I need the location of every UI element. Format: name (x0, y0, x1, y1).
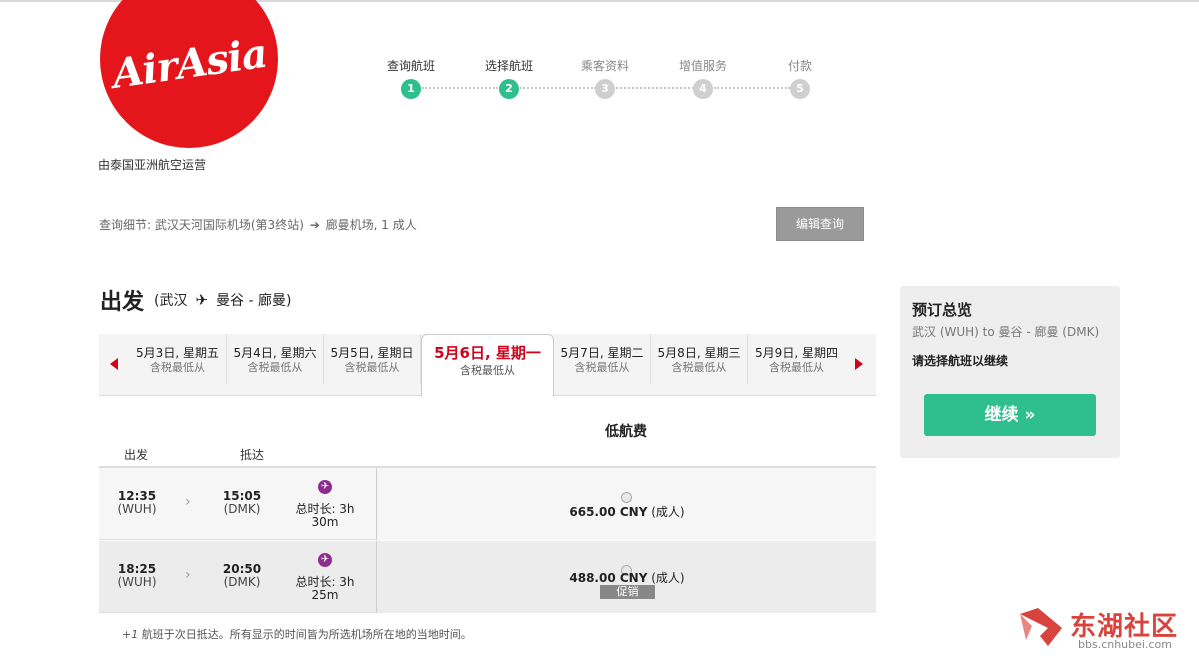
arrival-airport-code: (DMK) (223, 502, 261, 516)
arrival-time-value: 20:50 (222, 562, 262, 576)
date-tab[interactable]: 5月4日, 星期六 含税最低从 (227, 334, 324, 384)
column-departure: 出发 (124, 448, 149, 462)
departure-time: 12:35 (WUH) (107, 490, 167, 516)
watermark-url: bbs.cnhubei.com (1078, 638, 1172, 651)
arrival-time: 20:50 (DMK) (212, 563, 272, 589)
duration-line-2: 25m (311, 588, 339, 602)
step-number: 3 (595, 79, 615, 99)
continue-button[interactable]: 继续 » (924, 394, 1096, 436)
flight-plane-icon[interactable]: ✈ (318, 480, 332, 494)
date-tab-date: 5月6日, 星期一 (434, 344, 541, 362)
step-select-flight[interactable]: 选择航班 2 (469, 58, 549, 99)
step-passenger-info: 乘客资料 3 (565, 58, 645, 99)
summary-title: 预订总览 (912, 301, 973, 319)
booking-progress: 查询航班 1 选择航班 2 乘客资料 3 增值服务 4 付款 5 (370, 58, 830, 103)
price-amount: 665.00 CNY (569, 505, 648, 519)
date-tab-sub: 含税最低从 (671, 361, 727, 374)
route-origin: (武汉 (154, 293, 188, 309)
summary-note: 请选择航班以继续 (912, 354, 1009, 368)
arrival-time: 15:05 (DMK) (212, 490, 272, 516)
promo-badge: 促销 (600, 585, 655, 599)
search-passengers: 1 成人 (381, 218, 417, 232)
fare-price: 488.00 CNY (成人) (377, 569, 877, 586)
departure-airport-code: (WUH) (117, 575, 157, 589)
step-number: 5 (790, 79, 810, 99)
date-tab[interactable]: 5月3日, 星期五 含税最低从 (129, 334, 227, 384)
step-add-ons: 增值服务 4 (663, 58, 743, 99)
step-payment: 付款 5 (760, 58, 840, 99)
date-tab-sub: 含税最低从 (247, 361, 303, 374)
search-origin: 武汉天河国际机场(第3终站) (154, 218, 304, 232)
step-label: 付款 (787, 59, 812, 73)
search-details-prefix: 查询细节: (99, 218, 152, 232)
prev-dates-arrow-icon[interactable] (110, 358, 118, 370)
date-tab[interactable]: 5月9日, 星期四 含税最低从 (748, 334, 845, 384)
edit-search-button[interactable]: 编辑查询 (776, 207, 864, 241)
departure-heading: 出发 (武汉 ✈ 曼谷 - 廊曼) (100, 284, 291, 316)
step-number: 4 (693, 79, 713, 99)
step-label: 增值服务 (678, 59, 727, 73)
arrow-right-icon: ➔ (309, 218, 320, 232)
date-tab-active[interactable]: 5月6日, 星期一 含税最低从 (421, 334, 554, 397)
arrival-time-value: 15:05 (222, 489, 262, 503)
column-arrival: 抵达 (240, 448, 265, 462)
price-amount: 488.00 CNY (569, 571, 648, 585)
fare-cell[interactable]: 665.00 CNY (成人) (376, 468, 876, 540)
departure-time: 18:25 (WUH) (107, 563, 167, 589)
flight-duration: 总时长: 3h 30m (294, 503, 356, 529)
chevron-right-icon: › (185, 567, 191, 583)
price-suffix: (成人) (651, 505, 685, 519)
step-label: 查询航班 (386, 59, 435, 73)
departure-time-value: 12:35 (117, 489, 157, 503)
step-label: 选择航班 (484, 59, 533, 73)
price-suffix: (成人) (651, 571, 685, 585)
watermark-logo-icon (1020, 608, 1062, 646)
date-tab[interactable]: 5月8日, 星期三 含税最低从 (651, 334, 748, 384)
step-number: 2 (499, 79, 519, 99)
date-tab-sub: 含税最低从 (769, 361, 824, 374)
footnote: +1 航班于次日抵达。所有显示的时间皆为所选机场所在地的当地时间。 (122, 626, 472, 642)
step-number: 1 (401, 79, 421, 99)
departure-time-value: 18:25 (117, 562, 157, 576)
step-label: 乘客资料 (580, 59, 629, 73)
footnote-text: 航班于次日抵达。所有显示的时间皆为所选机场所在地的当地时间。 (138, 628, 472, 641)
flight-plane-icon[interactable]: ✈ (318, 553, 332, 567)
flight-duration: 总时长: 3h 25m (294, 576, 356, 602)
date-tab[interactable]: 5月7日, 星期二 含税最低从 (554, 334, 651, 384)
date-tab-sub: 含税最低从 (460, 364, 515, 377)
date-tab[interactable]: 5月5日, 星期日 含税最低从 (324, 334, 421, 384)
route-destination: 曼谷 - 廊曼) (216, 293, 292, 309)
airasia-logo[interactable]: AirAsia (100, 0, 278, 148)
search-destination: 廊曼机场, (325, 218, 378, 232)
next-dates-arrow-icon[interactable] (855, 358, 863, 370)
search-details: 查询细节: 武汉天河国际机场(第3终站) ➔ 廊曼机场, 1 成人 (99, 216, 417, 233)
airplane-icon: ✈ (195, 291, 209, 309)
flight-row[interactable]: 18:25 (WUH) › 20:50 (DMK) ✈ 总时长: 3h 25m … (99, 541, 876, 613)
watermark: 东湖社区 bbs.cnhubei.com (1018, 604, 1196, 656)
booking-summary: 预订总览 武汉 (WUH) to 曼谷 - 廊曼 (DMK) 请选择航班以继续 … (900, 286, 1120, 458)
fare-radio[interactable] (621, 492, 632, 503)
chevron-right-icon: › (185, 494, 191, 510)
date-selector: 5月3日, 星期五 含税最低从 5月4日, 星期六 含税最低从 5月5日, 星期… (99, 334, 876, 397)
step-search-flights[interactable]: 查询航班 1 (371, 58, 451, 99)
date-tab-sub: 含税最低从 (150, 361, 205, 374)
summary-route: 武汉 (WUH) to 曼谷 - 廊曼 (DMK) (912, 325, 1100, 339)
arrival-airport-code: (DMK) (223, 575, 261, 589)
logo-text: AirAsia (109, 29, 270, 98)
departure-title: 出发 (100, 290, 145, 315)
flight-row[interactable]: 12:35 (WUH) › 15:05 (DMK) ✈ 总时长: 3h 30m … (99, 468, 876, 540)
date-tab-sub: 含税最低从 (574, 361, 630, 374)
fare-cell[interactable]: 488.00 CNY (成人) 促销 (376, 541, 876, 613)
departure-airport-code: (WUH) (117, 502, 157, 516)
fare-price: 665.00 CNY (成人) (377, 503, 877, 520)
low-fare-header: 低航费 (605, 424, 647, 440)
footnote-mark: +1 (122, 628, 139, 641)
duration-line-2: 30m (311, 515, 339, 529)
date-tab-sub: 含税最低从 (344, 361, 400, 374)
operated-by-text: 由泰国亚洲航空运营 (98, 158, 207, 172)
